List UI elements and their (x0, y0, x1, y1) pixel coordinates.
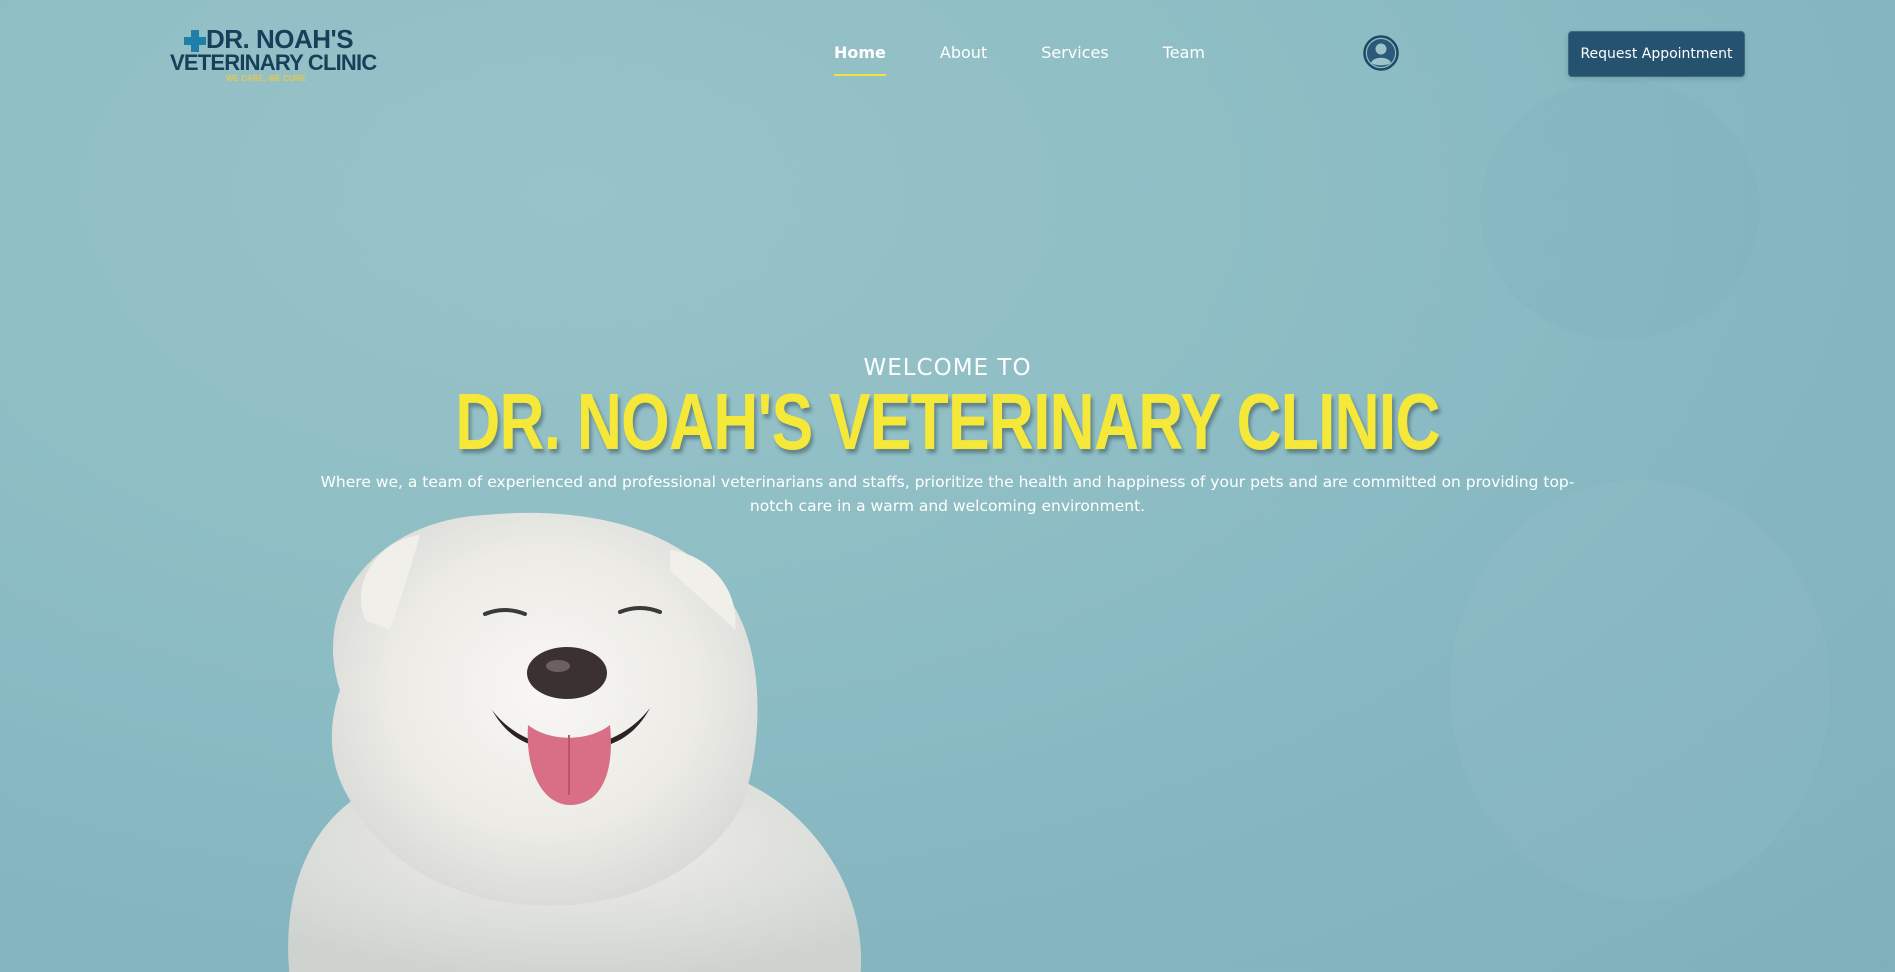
hero-title: DR. NOAH'S VETERINARY CLINIC (455, 377, 1440, 466)
medical-cross-icon (184, 30, 206, 52)
background-shape (1480, 80, 1760, 340)
site-header: DR. NOAH'S VETERINARY CLINIC WE CARE, WE… (0, 0, 1895, 110)
nav-home[interactable]: Home (834, 40, 886, 76)
logo-tagline: WE CARE, WE CURE (226, 74, 306, 83)
clinic-logo[interactable]: DR. NOAH'S VETERINARY CLINIC WE CARE, WE… (168, 24, 377, 86)
background-shape (1450, 480, 1830, 900)
smiling-dog-image (288, 512, 862, 972)
request-appointment-button[interactable]: Request Appointment (1568, 31, 1745, 77)
user-account-icon[interactable] (1363, 35, 1399, 71)
nav-services[interactable]: Services (1041, 40, 1108, 72)
logo-title-line2: VETERINARY CLINIC (170, 50, 377, 75)
hero-description: Where we, a team of experienced and prof… (320, 473, 1575, 515)
nav-about[interactable]: About (940, 40, 987, 72)
nav-team[interactable]: Team (1163, 40, 1205, 72)
main-nav: Home About Services Team (834, 40, 1205, 76)
